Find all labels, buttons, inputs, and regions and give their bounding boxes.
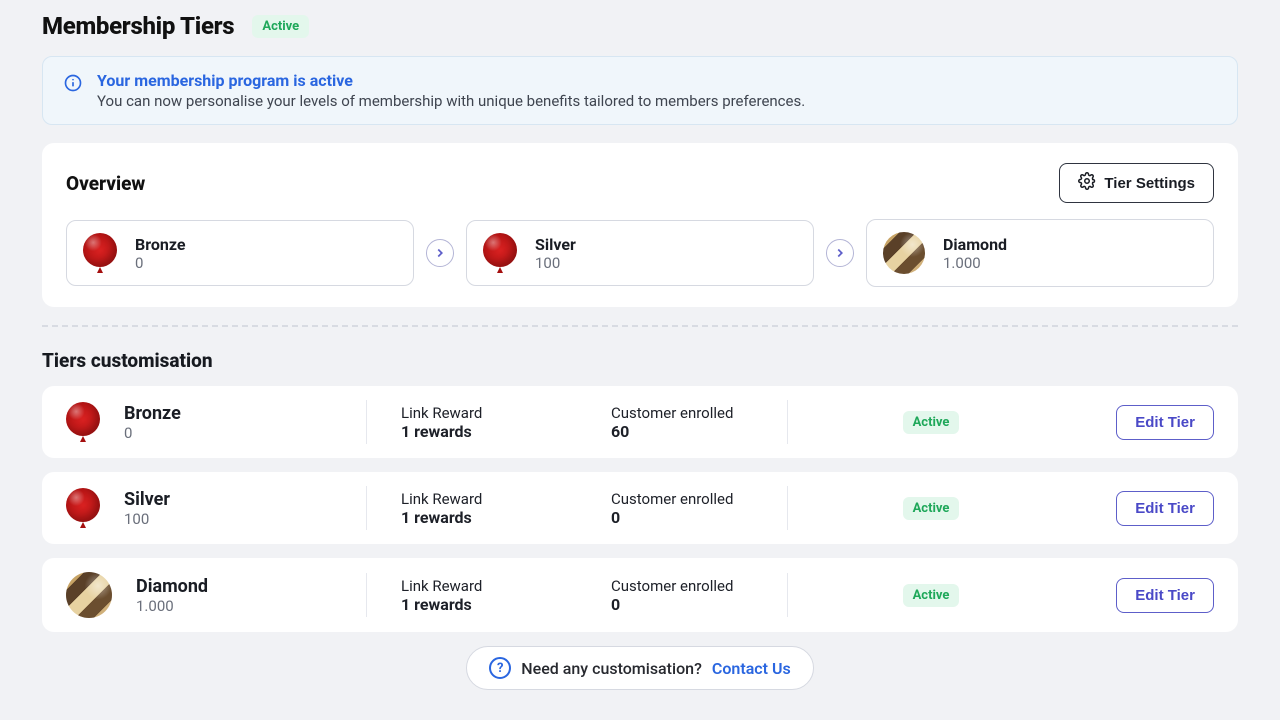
- customer-enrolled-value: 0: [611, 595, 753, 614]
- overview-tier-card[interactable]: Bronze0: [66, 220, 414, 286]
- status-badge: Active: [903, 411, 960, 434]
- status-badge: Active: [252, 15, 309, 38]
- balloon-icon: [66, 402, 100, 442]
- tier-name: Silver: [124, 489, 170, 510]
- help-prompt: Need any customisation?: [521, 659, 702, 678]
- status-badge: Active: [903, 497, 960, 520]
- page-title: Membership Tiers: [42, 12, 234, 40]
- link-reward-value: 1 rewards: [401, 422, 543, 441]
- status-badge: Active: [903, 584, 960, 607]
- tier-threshold: 0: [124, 424, 181, 442]
- tier-threshold: 0: [135, 254, 186, 272]
- overview-tier-card[interactable]: Silver100: [466, 220, 814, 286]
- tier-row: Diamond1.000 Link Reward1 rewards Customer…: [42, 558, 1238, 632]
- help-pill: ? Need any customisation? Contact Us: [466, 646, 813, 690]
- customer-enrolled-value: 0: [611, 508, 753, 527]
- link-reward-label: Link Reward: [401, 577, 543, 595]
- edit-tier-button[interactable]: Edit Tier: [1116, 578, 1214, 613]
- balloon-icon: [483, 233, 517, 273]
- edit-tier-button[interactable]: Edit Tier: [1116, 491, 1214, 526]
- info-banner-title: Your membership program is active: [97, 71, 805, 90]
- tier-settings-button[interactable]: Tier Settings: [1059, 163, 1214, 203]
- chevron-right-icon: [826, 239, 854, 267]
- customer-enrolled-label: Customer enrolled: [611, 577, 753, 595]
- link-reward-label: Link Reward: [401, 490, 543, 508]
- tier-settings-label: Tier Settings: [1104, 175, 1195, 192]
- tier-threshold: 1.000: [136, 597, 208, 615]
- divider: [42, 325, 1238, 327]
- link-reward-value: 1 rewards: [401, 595, 543, 614]
- balloon-icon: [66, 488, 100, 528]
- tier-name: Bronze: [124, 403, 181, 424]
- diamond-icon: [66, 572, 112, 618]
- overview-title: Overview: [66, 172, 145, 195]
- tier-name: Diamond: [136, 576, 208, 597]
- overview-card: Overview Tier Settings Bronze0 Silver100 D…: [42, 143, 1238, 307]
- tier-threshold: 100: [535, 254, 576, 272]
- tier-row: Silver100 Link Reward1 rewards Customer en…: [42, 472, 1238, 544]
- tier-name: Bronze: [135, 235, 186, 254]
- link-reward-label: Link Reward: [401, 404, 543, 422]
- customer-enrolled-value: 60: [611, 422, 753, 441]
- tiers-customisation-title: Tiers customisation: [42, 349, 1238, 372]
- question-icon: ?: [489, 657, 511, 679]
- overview-tier-card[interactable]: Diamond1.000: [866, 219, 1214, 287]
- gear-icon: [1078, 172, 1096, 194]
- tier-threshold: 1.000: [943, 254, 1007, 272]
- tier-name: Diamond: [943, 235, 1007, 254]
- info-icon: [63, 73, 83, 93]
- chevron-right-icon: [426, 239, 454, 267]
- customer-enrolled-label: Customer enrolled: [611, 404, 753, 422]
- tier-threshold: 100: [124, 510, 170, 528]
- tier-row: Bronze0 Link Reward1 rewards Customer enro…: [42, 386, 1238, 458]
- tier-name: Silver: [535, 235, 576, 254]
- customer-enrolled-label: Customer enrolled: [611, 490, 753, 508]
- edit-tier-button[interactable]: Edit Tier: [1116, 405, 1214, 440]
- diamond-icon: [883, 232, 925, 274]
- info-banner-desc: You can now personalise your levels of m…: [97, 92, 805, 110]
- link-reward-value: 1 rewards: [401, 508, 543, 527]
- info-banner: Your membership program is active You ca…: [42, 56, 1238, 125]
- contact-us-link[interactable]: Contact Us: [712, 659, 791, 678]
- balloon-icon: [83, 233, 117, 273]
